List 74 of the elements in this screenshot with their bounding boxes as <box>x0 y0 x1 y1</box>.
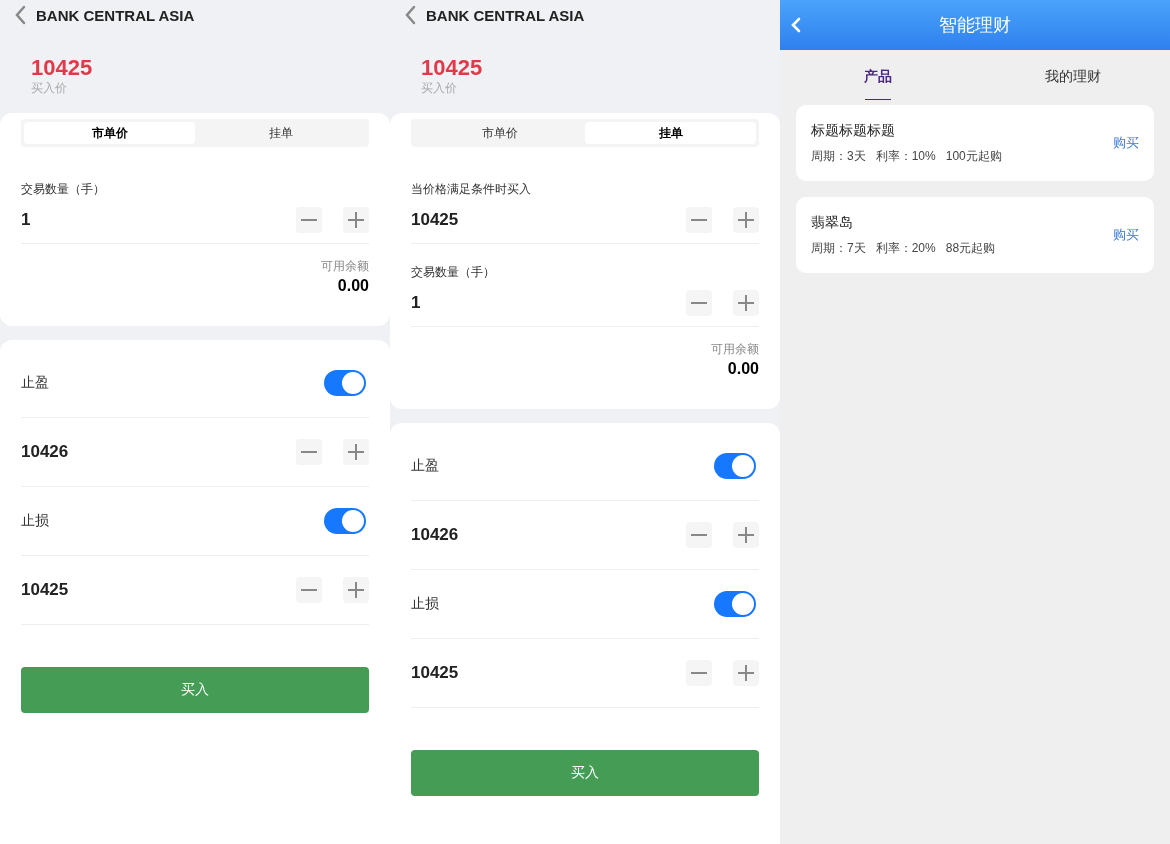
setting-label: 止盈 <box>411 457 439 475</box>
plus-icon <box>737 211 755 229</box>
minus-icon <box>691 302 707 304</box>
plus-button[interactable] <box>343 577 369 603</box>
plus-icon <box>347 211 365 229</box>
minus-button[interactable] <box>686 290 712 316</box>
setting-value[interactable]: 10425 <box>21 580 69 600</box>
plus-button[interactable] <box>343 207 369 233</box>
setting-value[interactable]: 10426 <box>411 525 459 545</box>
setting-label: 止盈 <box>21 374 49 392</box>
minus-icon <box>691 672 707 674</box>
product-detail: 利率：10% <box>875 147 936 165</box>
setting-label: 止损 <box>21 512 49 530</box>
price-label: 买入价 <box>421 81 458 95</box>
buy-price: 10425 <box>421 55 484 81</box>
balance-value: 0.00 <box>337 276 369 296</box>
toggle-switch[interactable] <box>714 591 756 617</box>
minus-icon <box>301 589 317 591</box>
field-value[interactable]: 1 <box>411 293 421 313</box>
product-detail: 88元起购 <box>945 239 996 257</box>
plus-button[interactable] <box>733 522 759 548</box>
minus-button[interactable] <box>686 522 712 548</box>
field-value[interactable]: 10425 <box>411 210 459 230</box>
toggle-switch[interactable] <box>324 508 366 534</box>
field-label: 交易数量（手） <box>411 264 496 280</box>
product-name: 标题标题标题 <box>811 121 896 140</box>
page-title: 智能理财 <box>939 14 1011 37</box>
minus-button[interactable] <box>686 207 712 233</box>
plus-button[interactable] <box>343 439 369 465</box>
order-type-tab[interactable]: 市单价 <box>24 122 195 144</box>
order-type-tab[interactable]: 挂单 <box>585 122 756 144</box>
product-detail: 周期：3天 <box>811 147 866 165</box>
field-label: 当价格满足条件时买入 <box>411 181 532 197</box>
plus-icon <box>737 664 755 682</box>
setting-value[interactable]: 10425 <box>411 663 459 683</box>
minus-button[interactable] <box>296 439 322 465</box>
balance-label: 可用余额 <box>711 341 759 357</box>
plus-button[interactable] <box>733 207 759 233</box>
plus-icon <box>347 443 365 461</box>
toggle-switch[interactable] <box>324 370 366 396</box>
field-value[interactable]: 1 <box>21 210 31 230</box>
price-label: 买入价 <box>31 81 68 95</box>
back-icon[interactable] <box>14 5 26 25</box>
toggle-switch[interactable] <box>714 453 756 479</box>
buy-price: 10425 <box>31 55 94 81</box>
minus-icon <box>301 451 317 453</box>
buy-link[interactable]: 购买 <box>1113 134 1139 152</box>
field-label: 交易数量（手） <box>21 181 106 197</box>
plus-icon <box>737 526 755 544</box>
minus-icon <box>691 219 707 221</box>
tab[interactable]: 我的理财 <box>975 50 1170 100</box>
page-title: BANK CENTRAL ASIA <box>36 6 195 24</box>
back-icon[interactable] <box>404 5 416 25</box>
minus-icon <box>301 219 317 221</box>
plus-button[interactable] <box>733 660 759 686</box>
minus-icon <box>691 534 707 536</box>
minus-button[interactable] <box>686 660 712 686</box>
plus-icon <box>347 581 365 599</box>
order-type-tab[interactable]: 挂单 <box>195 122 366 144</box>
balance-label: 可用余额 <box>321 258 369 274</box>
setting-value[interactable]: 10426 <box>21 442 69 462</box>
product-detail: 周期：7天 <box>811 239 866 257</box>
buy-link[interactable]: 购买 <box>1113 226 1139 244</box>
product-name: 翡翠岛 <box>811 213 854 232</box>
product-detail: 100元起购 <box>945 147 1002 165</box>
page-title: BANK CENTRAL ASIA <box>426 6 585 24</box>
minus-button[interactable] <box>296 577 322 603</box>
plus-icon <box>737 294 755 312</box>
minus-button[interactable] <box>296 207 322 233</box>
product-detail: 利率：20% <box>875 239 936 257</box>
balance-value: 0.00 <box>727 359 759 379</box>
setting-label: 止损 <box>411 595 439 613</box>
order-type-tab[interactable]: 市单价 <box>414 122 585 144</box>
plus-button[interactable] <box>733 290 759 316</box>
